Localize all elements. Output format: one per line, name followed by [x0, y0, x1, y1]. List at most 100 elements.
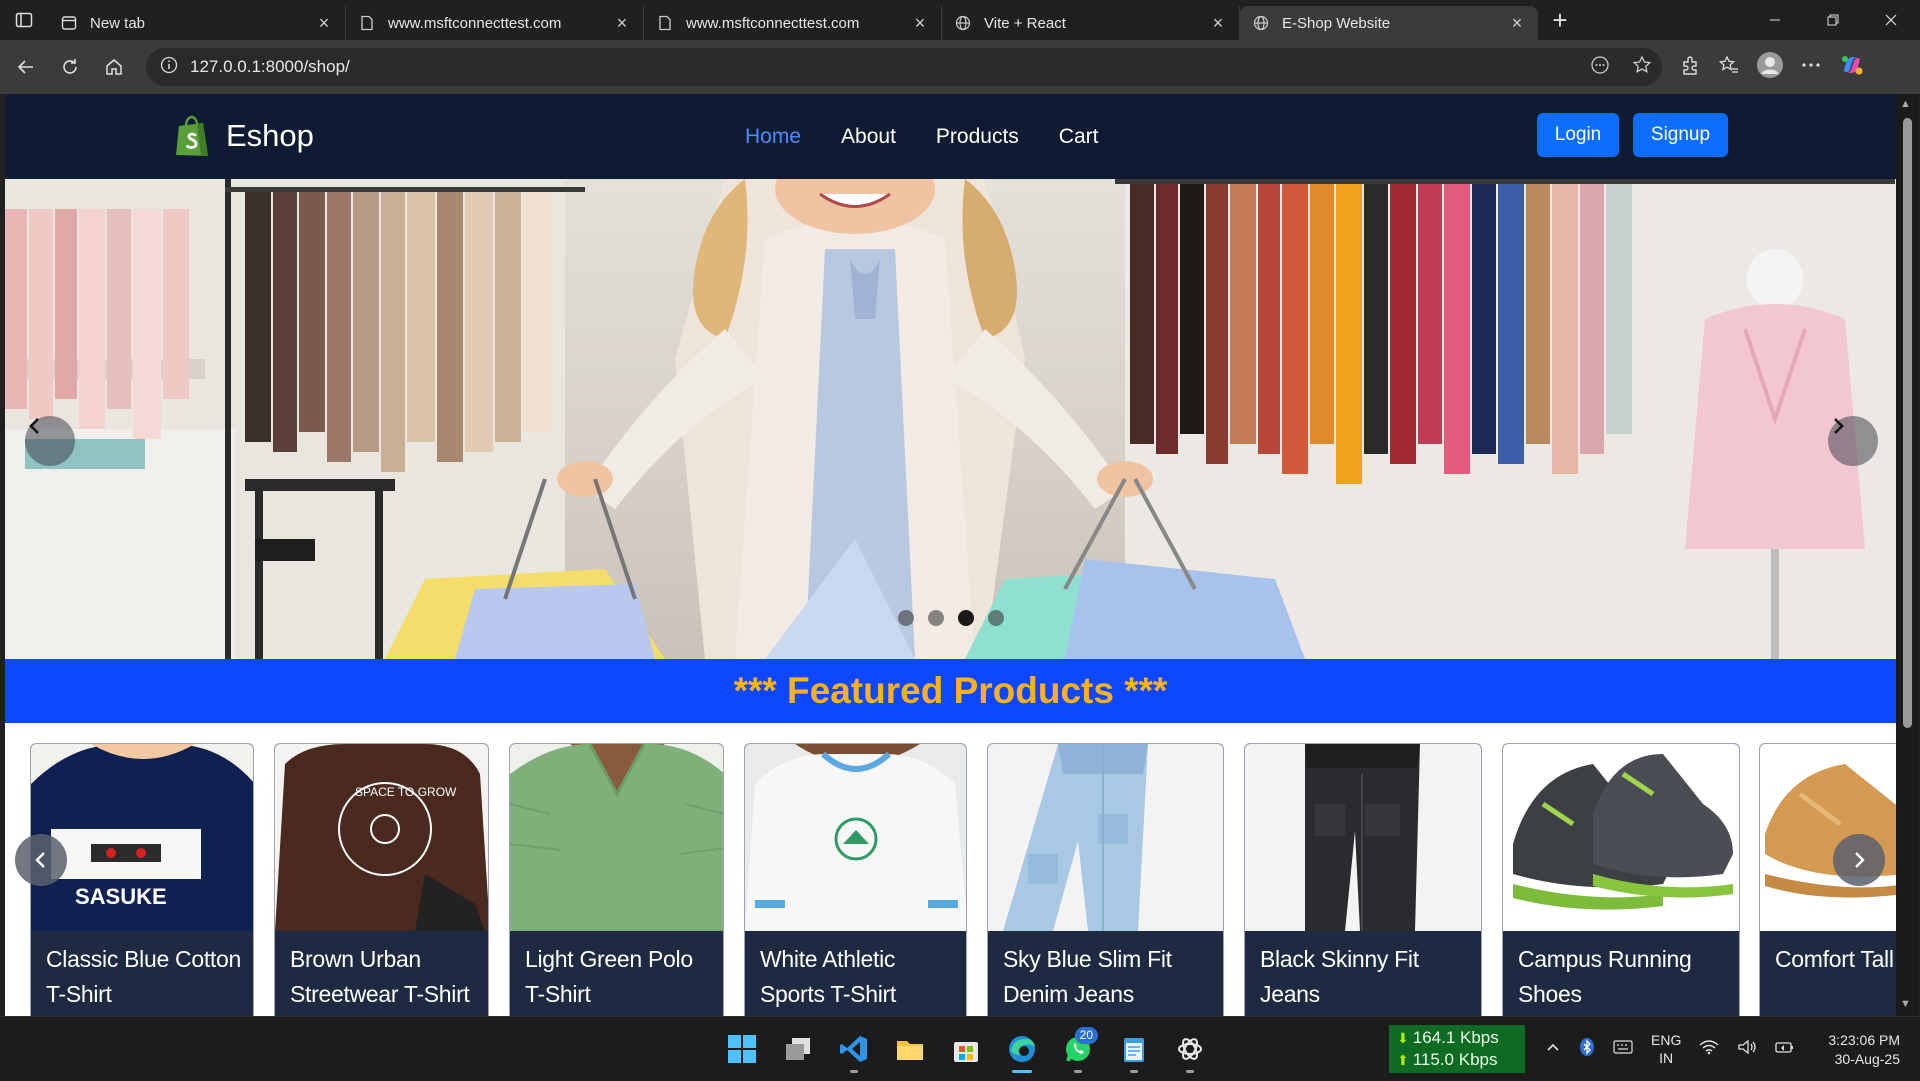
reader-mode-icon[interactable] — [1590, 55, 1610, 80]
favorites-icon[interactable] — [1718, 54, 1740, 81]
refresh-icon[interactable] — [48, 47, 92, 87]
battery-sync-icon[interactable] — [1775, 1039, 1795, 1060]
tab-title: www.msftconnecttest.com — [686, 14, 860, 32]
chevron-left-icon — [35, 852, 45, 868]
brand[interactable]: Eshop — [173, 114, 314, 158]
vscode-icon[interactable] — [832, 1027, 876, 1073]
profile-avatar-icon[interactable] — [1756, 51, 1784, 84]
product-image — [1503, 744, 1739, 931]
hero-image — [5, 179, 1896, 659]
language-indicator[interactable]: ENG IN — [1651, 1031, 1681, 1067]
copilot-icon[interactable] — [1838, 51, 1866, 84]
wifi-icon[interactable] — [1699, 1039, 1719, 1060]
carousel-dot[interactable] — [928, 610, 944, 626]
browser-tab-msft-1[interactable]: www.msftconnecttest.com × — [346, 6, 644, 40]
product-name: Classic Blue Cotton T-Shirt — [46, 946, 241, 1007]
browser-tab-msft-2[interactable]: www.msftconnecttest.com × — [644, 6, 942, 40]
close-icon[interactable]: × — [613, 13, 631, 33]
carousel-next-button[interactable] — [1828, 416, 1878, 466]
close-icon[interactable]: × — [1209, 13, 1227, 33]
tab-actions-icon[interactable] — [0, 0, 48, 40]
running-indicator — [1186, 1070, 1194, 1073]
bluetooth-icon[interactable] — [1579, 1037, 1595, 1061]
extensions-icon[interactable] — [1680, 54, 1702, 81]
product-card[interactable]: Black Skinny Fit Jeans — [1244, 743, 1482, 1016]
close-icon[interactable]: × — [315, 13, 333, 33]
close-window-icon[interactable] — [1862, 0, 1920, 40]
upload-speed: 115.0 Kbps — [1412, 1050, 1498, 1069]
keyboard-icon[interactable] — [1613, 1039, 1633, 1059]
product-card[interactable]: SASUKE Classic Blue Cotton T-Shirt — [30, 743, 254, 1016]
products-next-button[interactable] — [1833, 834, 1885, 886]
network-speed-widget[interactable]: ⬇ 164.1 Kbps ⬆ 115.0 Kbps — [1389, 1025, 1525, 1073]
page-scrollbar[interactable]: ▲ ▼ — [1896, 94, 1918, 1016]
product-image — [988, 744, 1223, 931]
product-name: Comfort Tall Loafers — [1775, 946, 1896, 972]
chatgpt-icon[interactable] — [1168, 1027, 1212, 1073]
browser-tabstrip: New tab × www.msftconnecttest.com × www.… — [0, 0, 1920, 40]
signup-button[interactable]: Signup — [1633, 113, 1728, 157]
scroll-up-icon[interactable]: ▲ — [1900, 98, 1911, 110]
file-explorer-icon[interactable] — [888, 1027, 932, 1071]
product-image — [510, 744, 723, 931]
close-icon[interactable]: × — [1508, 13, 1526, 33]
nav-link-home[interactable]: Home — [745, 125, 801, 149]
newtab-icon — [60, 14, 78, 32]
microsoft-store-icon[interactable] — [944, 1027, 988, 1071]
region-code: IN — [1659, 1050, 1674, 1066]
nav-link-cart[interactable]: Cart — [1059, 125, 1099, 149]
nav-link-about[interactable]: About — [841, 125, 896, 149]
browser-tab-vite[interactable]: Vite + React × — [942, 6, 1240, 40]
login-button[interactable]: Login — [1537, 113, 1619, 157]
minimize-icon[interactable] — [1746, 0, 1804, 40]
scroll-down-icon[interactable]: ▼ — [1900, 998, 1911, 1010]
product-card[interactable]: SPACE TO GROW Brown Urban Streetwear T-S… — [274, 743, 489, 1016]
system-clock[interactable]: 3:23:06 PM 30-Aug-25 — [1820, 1031, 1900, 1069]
system-tray: ENG IN — [1545, 1017, 1795, 1081]
volume-icon[interactable] — [1737, 1039, 1757, 1060]
info-icon[interactable] — [160, 56, 178, 79]
product-name: Brown Urban Streetwear T-Shirt — [290, 946, 470, 1007]
scrollbar-thumb[interactable] — [1903, 118, 1912, 728]
browser-tab-eshop[interactable]: E-Shop Website × — [1240, 6, 1538, 40]
whatsapp-icon[interactable]: 20 — [1056, 1027, 1100, 1073]
product-card[interactable]: Campus Running Shoes — [1502, 743, 1740, 1016]
product-card[interactable]: Sky Blue Slim Fit Denim Jeans — [987, 743, 1224, 1016]
download-speed: 164.1 Kbps — [1412, 1028, 1499, 1047]
product-image: SASUKE — [31, 744, 253, 931]
clock-time: 3:23:06 PM — [1828, 1032, 1900, 1048]
favorite-star-icon[interactable] — [1632, 54, 1652, 80]
restore-icon[interactable] — [1804, 0, 1862, 40]
carousel-dot-active[interactable] — [958, 610, 974, 626]
carousel-dot[interactable] — [988, 610, 1004, 626]
products-prev-button[interactable] — [15, 834, 67, 886]
page-viewport: Eshop Home About Products Cart Login Sig… — [5, 94, 1917, 1016]
address-url: 127.0.0.1:8000/shop/ — [190, 57, 350, 76]
shopify-bag-icon — [176, 115, 208, 156]
site-navbar: Eshop Home About Products Cart Login Sig… — [5, 94, 1901, 179]
close-icon[interactable]: × — [911, 13, 929, 33]
download-arrow-icon: ⬇ — [1397, 1030, 1409, 1046]
product-image — [1245, 744, 1481, 931]
carousel-prev-button[interactable] — [25, 416, 75, 466]
globe-icon — [954, 14, 972, 32]
start-windows-icon[interactable] — [720, 1027, 764, 1071]
new-tab-plus-icon[interactable]: + — [1538, 0, 1582, 40]
home-icon[interactable] — [92, 47, 136, 87]
product-card[interactable]: Light Green Polo T-Shirt — [509, 743, 724, 1016]
product-card[interactable]: White Athletic Sports T-Shirt — [744, 743, 967, 1016]
carousel-indicators — [898, 610, 1004, 626]
nav-link-products[interactable]: Products — [936, 125, 1019, 149]
task-view-icon[interactable] — [776, 1027, 820, 1071]
address-bar[interactable]: 127.0.0.1:8000/shop/ — [146, 48, 1662, 86]
chevron-up-icon[interactable] — [1545, 1039, 1561, 1060]
sasuke-print-text: SASUKE — [75, 884, 167, 909]
more-options-icon[interactable] — [1800, 54, 1822, 81]
carousel-dot[interactable] — [898, 610, 914, 626]
tab-title: New tab — [90, 14, 146, 32]
back-arrow-icon[interactable] — [4, 47, 48, 87]
product-image — [745, 744, 966, 931]
edge-browser-icon[interactable] — [1000, 1027, 1044, 1073]
notepad-icon[interactable] — [1112, 1027, 1156, 1073]
browser-tab-new-tab[interactable]: New tab × — [48, 6, 346, 40]
